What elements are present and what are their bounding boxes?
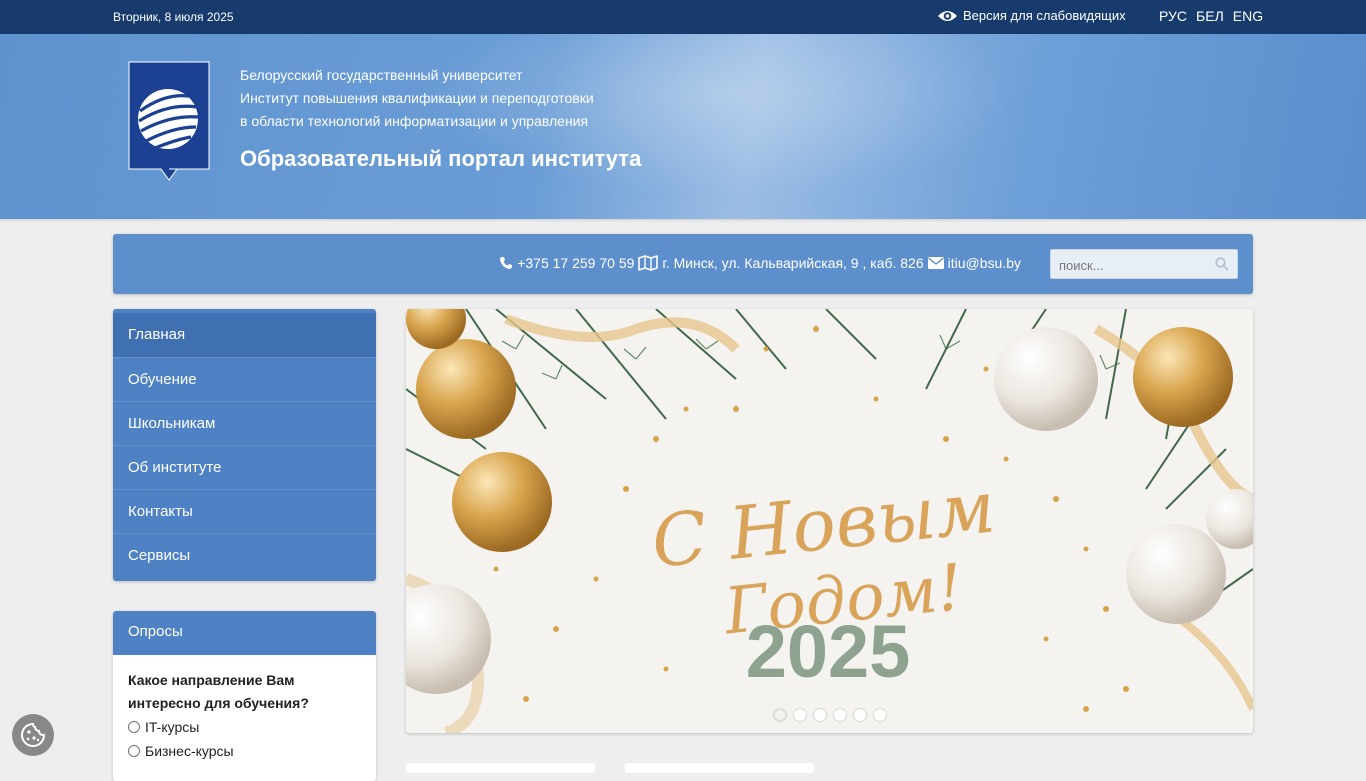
polls-widget: Опросы Какое направление Вам интересно д… [113,611,376,781]
phone-number[interactable]: +375 17 259 70 59 [517,255,634,271]
polls-title: Опросы [113,611,376,655]
portal-title[interactable]: Образовательный портал института [240,146,641,172]
slider-dot[interactable] [834,709,846,721]
slider-dot[interactable] [874,709,886,721]
poll-radio-business[interactable] [128,745,140,757]
lang-eng[interactable]: ENG [1233,8,1263,24]
content-tile[interactable] [406,763,595,773]
new-year-banner-image: С Новым Годом! 2025 [406,309,1253,733]
cookie-settings-button[interactable] [12,714,54,756]
slider-dot[interactable] [774,709,786,721]
lang-bel[interactable]: БЕЛ [1196,8,1224,24]
language-switcher: РУС БЕЛ ENG [1159,8,1263,24]
poll-question: Какое направление Вам интересно для обуч… [128,672,309,711]
low-vision-link[interactable]: Версия для слабовидящих [937,8,1126,23]
eye-icon [938,10,957,21]
institute-name: Институт повышения квалификации и перепо… [240,90,594,106]
menu-item-contacts[interactable]: Контакты [113,489,376,533]
slider-dot[interactable] [794,709,806,721]
menu-item-home[interactable]: Главная [113,313,376,357]
poll-option-label: Бизнес-курсы [145,743,234,759]
slider-dots [774,709,886,721]
low-vision-label: Версия для слабовидящих [963,8,1126,23]
menu-item-about[interactable]: Об институте [113,445,376,489]
slider-dot[interactable] [814,709,826,721]
main-menu: Главная Обучение Школьникам Об институте… [113,309,376,581]
lang-rus[interactable]: РУС [1159,8,1187,24]
address: г. Минск, ул. Кальварийская, 9 , каб. 82… [662,255,924,271]
poll-option-it[interactable]: IT-курсы [113,715,376,739]
svg-text:2025: 2025 [746,610,911,693]
contact-info: +375 17 259 70 59 г. Минск, ул. Кальвари… [499,255,1021,271]
poll-option-business[interactable]: Бизнес-курсы [113,739,376,763]
phone-icon [500,257,513,269]
search-icon[interactable] [1215,257,1229,271]
search-input[interactable] [1057,254,1211,276]
envelope-icon [927,257,944,269]
site-header: Белорусский государственный университет … [0,34,1366,219]
current-date: Вторник, 8 июля 2025 [113,10,234,24]
slider-dot[interactable] [854,709,866,721]
menu-item-schoolchildren[interactable]: Школьникам [113,401,376,445]
poll-radio-it[interactable] [128,721,140,733]
top-bar: Вторник, 8 июля 2025 Версия для слабовид… [0,0,1366,34]
cookie-icon [21,722,46,747]
contact-bar: +375 17 259 70 59 г. Минск, ул. Кальвари… [113,234,1253,294]
menu-item-services[interactable]: Сервисы [113,533,376,577]
email-link[interactable]: itiu@bsu.by [948,255,1021,271]
university-logo[interactable] [128,61,210,181]
university-name: Белорусский государственный университет [240,67,523,83]
content-tile[interactable] [625,763,814,773]
institute-field: в области технологий информатизации и уп… [240,113,589,129]
banner-slider[interactable]: С Новым Годом! 2025 [406,309,1253,733]
search-box [1050,249,1238,279]
menu-item-education[interactable]: Обучение [113,357,376,401]
map-icon [638,255,659,271]
poll-option-label: IT-курсы [145,719,200,735]
